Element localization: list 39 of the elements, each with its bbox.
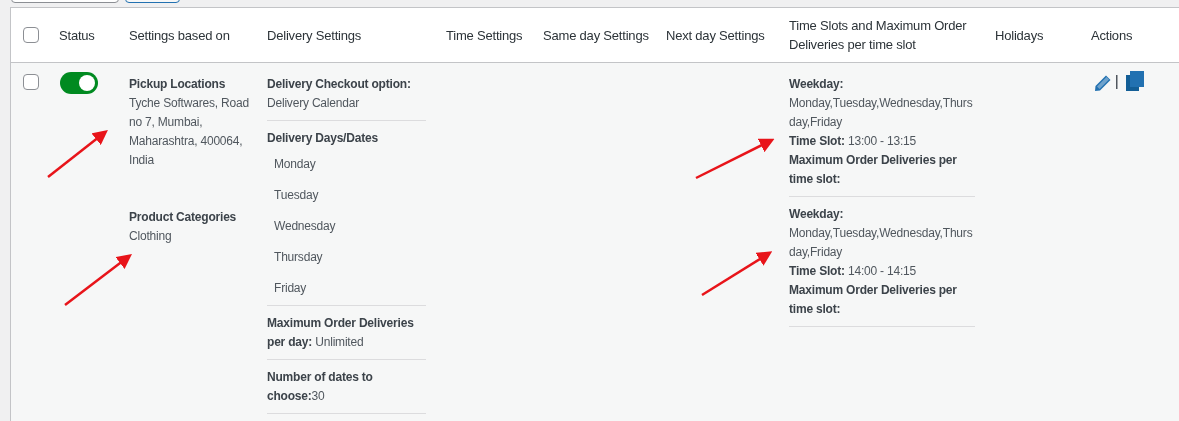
checkbox[interactable] bbox=[23, 27, 39, 43]
setting-label: Delivery Checkout option: bbox=[267, 76, 412, 93]
column-header: Actions bbox=[1091, 26, 1133, 45]
column-header: Time Settings bbox=[446, 26, 523, 45]
column-header: Next day Settings bbox=[666, 26, 765, 45]
pencil-icon[interactable] bbox=[1093, 73, 1113, 93]
day-item: Tuesday bbox=[273, 187, 320, 204]
arrow bbox=[64, 253, 132, 306]
column-header: Status bbox=[59, 26, 95, 45]
day-item: Wednesday bbox=[273, 218, 337, 235]
checkbox[interactable] bbox=[23, 74, 39, 90]
weekday-list: Monday,Tuesday,Wednesday,Thursday,Friday bbox=[789, 224, 975, 262]
weekday-list: Monday,Tuesday,Wednesday,Thursday,Friday bbox=[789, 94, 975, 132]
time-slot: Time Slot: 13:00 - 13:15 bbox=[789, 132, 975, 151]
setting-text: Number of dates to choose:30 bbox=[267, 369, 374, 405]
slot-label: Weekday: bbox=[789, 76, 845, 93]
setting-label: Pickup Locations bbox=[129, 76, 227, 93]
column-header: Settings based on bbox=[129, 26, 230, 45]
slot-label: Weekday: bbox=[789, 206, 845, 223]
column-header: Holidays bbox=[995, 26, 1044, 45]
column-header: Same day Settings bbox=[543, 26, 649, 45]
setting-label: Delivery Days/Dates bbox=[267, 130, 379, 147]
arrow bbox=[47, 129, 108, 178]
setting-value: Clothing bbox=[129, 228, 173, 245]
setting-text: Maximum Order Deliveries per day: Unlimited bbox=[267, 315, 415, 351]
column-header: Delivery Settings bbox=[267, 26, 362, 45]
slot-label: Maximum Order Deliveries per time slot: bbox=[789, 282, 958, 318]
setting-label: Product Categories bbox=[129, 209, 238, 226]
arrow bbox=[701, 251, 773, 297]
day-item: Friday bbox=[273, 280, 308, 297]
copy-icon[interactable] bbox=[1125, 70, 1145, 92]
setting-value: Delivery Calendar bbox=[267, 95, 360, 112]
day-item: Thursday bbox=[273, 249, 324, 266]
slot-label: Maximum Order Deliveries per time slot: bbox=[789, 152, 958, 188]
column-header: Time Slots and Maximum Order Deliveries per time slot bbox=[789, 17, 968, 54]
time-slot: Time Slot: 14:00 - 14:15 bbox=[789, 262, 975, 281]
day-item: Monday bbox=[273, 156, 317, 173]
setting-value: Tyche Softwares, Road no 7, Mumbai, Maharashtra, 400064, India bbox=[129, 95, 250, 169]
toggle-switch[interactable] bbox=[60, 72, 98, 94]
